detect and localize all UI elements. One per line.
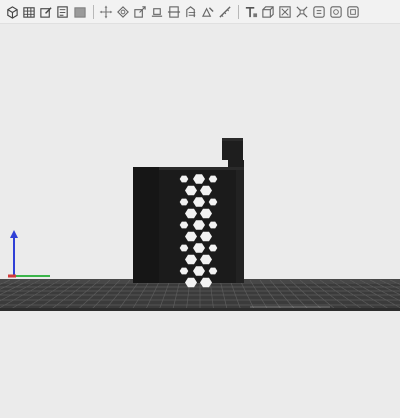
edit-object-icon [40, 6, 52, 18]
support-paint-icon [186, 5, 196, 17]
layers-icon [313, 5, 325, 18]
3d-viewport[interactable] [0, 24, 400, 418]
main-toolbar [0, 0, 400, 24]
grid-view-icon [23, 6, 35, 18]
seam-paint-icon [201, 6, 214, 17]
layers-button[interactable] [311, 3, 327, 21]
support-paint-button[interactable] [183, 3, 199, 21]
grid-view-button[interactable] [21, 3, 37, 21]
axis-gizmo [8, 230, 50, 278]
more-icon [347, 5, 359, 18]
split-icon [279, 5, 291, 18]
scale-button[interactable] [132, 3, 148, 21]
toolbar-separator [238, 4, 239, 19]
edit-object-button[interactable] [38, 3, 54, 21]
assembly-button[interactable] [260, 3, 276, 21]
measure-button[interactable] [217, 3, 233, 21]
view-settings-icon [330, 5, 342, 18]
rotate-icon [117, 5, 129, 18]
more-button[interactable] [345, 3, 361, 21]
seam-paint-button[interactable] [200, 3, 216, 21]
cut-icon [167, 5, 181, 18]
place-on-face-icon [151, 7, 163, 17]
view-settings-button[interactable] [328, 3, 344, 21]
add-object-icon [7, 5, 18, 19]
split-button[interactable] [277, 3, 293, 21]
solid-view-icon [74, 6, 86, 18]
text-button[interactable] [243, 3, 259, 21]
place-on-face-button[interactable] [149, 3, 165, 21]
copy-button[interactable] [55, 3, 71, 21]
rotate-button[interactable] [115, 3, 131, 21]
move-icon [99, 5, 113, 18]
text-icon [245, 6, 258, 17]
slicer-app [0, 0, 400, 418]
scale-icon [134, 5, 146, 18]
cut-button[interactable] [166, 3, 182, 21]
assembly-icon [262, 5, 274, 18]
explode-button[interactable] [294, 3, 310, 21]
build-plate [0, 279, 400, 311]
scene-canvas[interactable] [0, 24, 400, 418]
solid-view-button[interactable] [72, 3, 88, 21]
model-phone-stand[interactable] [133, 138, 244, 288]
add-object-button[interactable] [4, 3, 20, 21]
explode-icon [296, 5, 308, 18]
move-button[interactable] [98, 3, 114, 21]
z-axis-arrow [10, 230, 18, 238]
measure-icon [219, 5, 231, 18]
toolbar-separator [93, 4, 94, 19]
copy-icon [57, 5, 68, 18]
